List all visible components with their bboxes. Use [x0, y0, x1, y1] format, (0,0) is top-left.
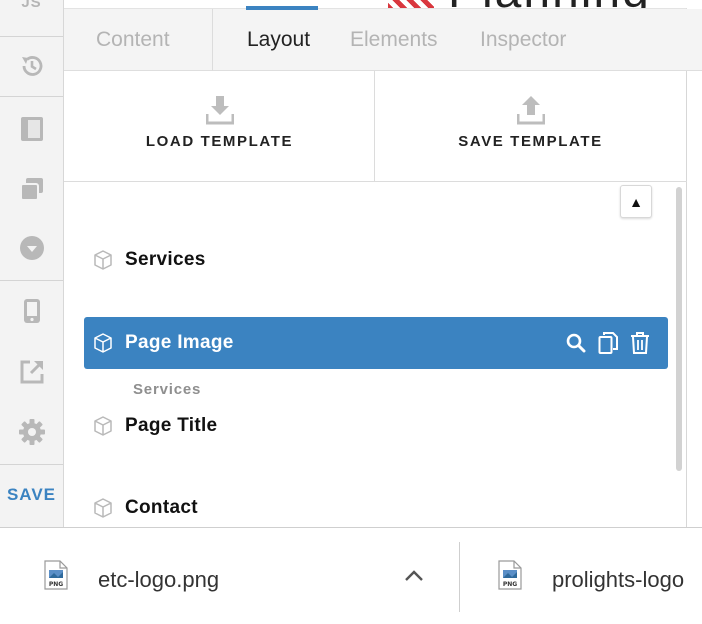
panel-tabs: Content Layout Elements Inspector: [64, 6, 702, 71]
save-button[interactable]: SAVE: [0, 480, 63, 510]
tab-elements[interactable]: Elements: [350, 28, 438, 52]
dropdown-button[interactable]: [0, 229, 63, 267]
tab-inspector[interactable]: Inspector: [480, 28, 566, 52]
layout-tree: ▲ Services Page Image Services Page Titl…: [64, 183, 687, 528]
chevron-down-circle-icon: [19, 236, 44, 260]
duplicate-button[interactable]: [596, 330, 620, 356]
history-button[interactable]: [0, 47, 63, 85]
search-button[interactable]: [564, 330, 588, 356]
builder-panel: Content Layout Elements Inspector LOAD T…: [64, 6, 702, 528]
downloads-bar: PNG etc-logo.png PNG prolights-logo: [0, 527, 702, 624]
layout-item-label: Services: [125, 249, 206, 270]
cube-icon: [94, 333, 112, 353]
gear-icon: [18, 419, 45, 445]
tab-divider: [212, 9, 213, 71]
toolbar-divider: [0, 36, 63, 37]
settings-button[interactable]: [0, 413, 63, 451]
save-template-label: SAVE TEMPLATE: [458, 133, 603, 150]
download-filename: etc-logo.png: [98, 567, 220, 592]
tab-content[interactable]: Content: [96, 28, 170, 52]
layout-item[interactable]: Page Title: [84, 400, 668, 452]
download-icon: [205, 96, 234, 125]
download-filename: prolights-logo: [552, 567, 685, 592]
active-tab-indicator: [246, 6, 318, 10]
upload-icon: [516, 96, 545, 125]
chevron-up-icon[interactable]: [402, 568, 426, 584]
layout-item-selected[interactable]: Page Image: [84, 317, 668, 369]
history-icon: [21, 56, 42, 76]
cube-icon: [94, 416, 112, 436]
load-template-button[interactable]: LOAD TEMPLATE: [64, 71, 375, 182]
load-template-label: LOAD TEMPLATE: [145, 133, 294, 150]
copy-icon: [598, 332, 618, 354]
cube-icon: [94, 498, 112, 518]
layout-item-label: Contact: [125, 497, 198, 518]
group-label: Services: [133, 381, 202, 398]
app-window: Planning JS: [0, 0, 702, 624]
toggle-sidebar-button[interactable]: [0, 110, 63, 148]
mobile-icon: [23, 299, 40, 323]
scroll-up-button[interactable]: ▲: [620, 185, 652, 218]
toolbar-divider: [0, 96, 63, 97]
png-file-icon: PNG: [498, 560, 522, 590]
download-item[interactable]: PNG etc-logo.png: [0, 528, 459, 624]
sidebar-panel-icon: [20, 117, 43, 141]
external-link-icon: [20, 360, 43, 384]
layout-item[interactable]: Services: [84, 234, 668, 286]
left-toolbar: JS SAVE: [0, 0, 64, 527]
layout-item-label: Page Title: [125, 415, 218, 436]
layers-button[interactable]: [0, 170, 63, 208]
toolbar-divider: [0, 464, 63, 465]
layout-item-label: Page Image: [125, 332, 234, 353]
save-template-button[interactable]: SAVE TEMPLATE: [375, 71, 686, 182]
file-badge: PNG: [503, 581, 517, 588]
row-actions: [564, 330, 652, 356]
toolbar-divider: [0, 280, 63, 281]
trash-icon: [631, 332, 649, 354]
open-external-button[interactable]: [0, 353, 63, 391]
download-item[interactable]: PNG prolights-logo: [460, 528, 702, 624]
js-button[interactable]: JS: [0, 0, 63, 14]
search-icon: [566, 333, 586, 353]
save-label: SAVE: [6, 485, 57, 504]
delete-button[interactable]: [628, 330, 652, 356]
file-badge: PNG: [49, 581, 63, 588]
layout-item[interactable]: Contact: [84, 482, 668, 528]
scrollbar[interactable]: [676, 187, 682, 471]
template-actions: LOAD TEMPLATE SAVE TEMPLATE: [64, 71, 687, 182]
mobile-preview-button[interactable]: [0, 292, 63, 330]
js-label: JS: [21, 0, 42, 11]
png-file-icon: PNG: [44, 560, 68, 590]
cube-icon: [94, 250, 112, 270]
tab-layout[interactable]: Layout: [247, 28, 310, 52]
stack-icon: [19, 178, 43, 201]
